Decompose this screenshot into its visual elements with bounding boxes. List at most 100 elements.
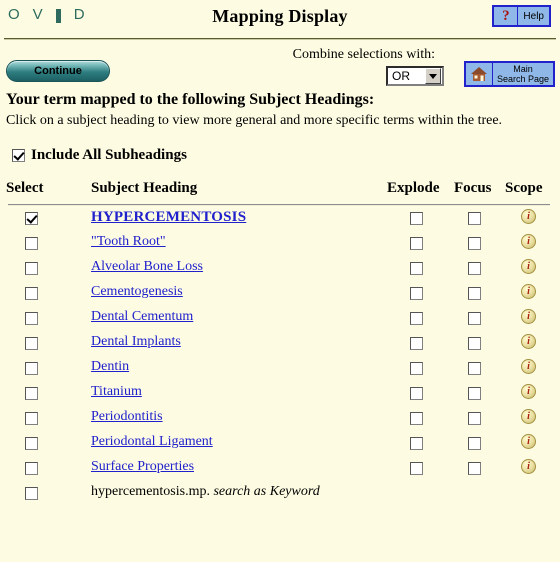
- table-row: Dental Implants i: [6, 331, 554, 356]
- row-select-checkbox[interactable]: [25, 312, 38, 325]
- row-focus-checkbox[interactable]: [468, 212, 481, 225]
- row-focus-checkbox[interactable]: [468, 462, 481, 475]
- row-explode-checkbox[interactable]: [410, 237, 423, 250]
- scope-info-icon[interactable]: i: [521, 409, 536, 424]
- column-header-focus: Focus: [454, 180, 492, 196]
- row-explode-checkbox[interactable]: [410, 212, 423, 225]
- row-focus-checkbox[interactable]: [468, 312, 481, 325]
- row-select-checkbox[interactable]: [25, 412, 38, 425]
- table-header-row: Select Subject Heading Explode Focus Sco…: [6, 180, 554, 202]
- row-select-checkbox[interactable]: [25, 212, 38, 225]
- row-explode-checkbox[interactable]: [410, 412, 423, 425]
- subject-heading-link[interactable]: Dentin: [91, 359, 129, 374]
- row-explode-checkbox[interactable]: [410, 262, 423, 275]
- scope-info-icon[interactable]: i: [521, 309, 536, 324]
- subject-heading-link[interactable]: Surface Properties: [91, 459, 194, 474]
- subject-heading-cell: Dental Cementum: [91, 309, 193, 325]
- column-header-explode: Explode: [387, 180, 440, 196]
- column-header-scope: Scope: [505, 180, 543, 196]
- subject-heading-link[interactable]: HYPERCEMENTOSIS: [91, 209, 246, 225]
- scope-info-icon[interactable]: i: [521, 284, 536, 299]
- include-all-subheadings-label: Include All Subheadings: [31, 147, 187, 163]
- row-select-checkbox[interactable]: [25, 337, 38, 350]
- main-search-line1: Main: [513, 64, 533, 74]
- row-explode-checkbox[interactable]: [410, 337, 423, 350]
- scope-info-icon[interactable]: i: [521, 234, 536, 249]
- row-explode-checkbox[interactable]: [410, 437, 423, 450]
- table-row: "Tooth Root" i: [6, 231, 554, 256]
- row-focus-checkbox[interactable]: [468, 437, 481, 450]
- page-title: Mapping Display: [212, 6, 348, 26]
- row-select-checkbox[interactable]: [25, 462, 38, 475]
- table-row: Titanium i: [6, 381, 554, 406]
- subject-heading-link[interactable]: Dental Cementum: [91, 309, 193, 324]
- main-search-page-button[interactable]: Main Search Page: [463, 61, 555, 87]
- toolbar: Continue Combine selections with: OR Mai…: [0, 37, 560, 90]
- include-all-subheadings-checkbox[interactable]: [12, 149, 25, 162]
- row-focus-checkbox[interactable]: [468, 287, 481, 300]
- mapping-heading: Your term mapped to the following Subjec…: [6, 91, 375, 108]
- row-select-checkbox[interactable]: [25, 362, 38, 375]
- row-explode-checkbox[interactable]: [410, 462, 423, 475]
- subject-heading-link[interactable]: Alveolar Bone Loss: [91, 259, 203, 274]
- keyword-term: hypercementosis.mp.: [91, 484, 210, 499]
- scope-info-icon[interactable]: i: [521, 334, 536, 349]
- subject-heading-cell: Surface Properties: [91, 459, 194, 475]
- table-row: hypercementosis.mp. search as Keyword: [6, 481, 554, 506]
- subject-headings-table: Select Subject Heading Explode Focus Sco…: [0, 180, 560, 506]
- table-row: Dental Cementum i: [6, 306, 554, 331]
- subject-heading-link[interactable]: Cementogenesis: [91, 284, 183, 299]
- row-select-checkbox[interactable]: [25, 287, 38, 300]
- subject-heading-link[interactable]: Periodontitis: [91, 409, 163, 424]
- help-button[interactable]: ? Help: [492, 5, 551, 27]
- intro-section: Your term mapped to the following Subjec…: [0, 90, 560, 164]
- row-explode-checkbox[interactable]: [410, 362, 423, 375]
- table-row: Dentin i: [6, 356, 554, 381]
- row-explode-checkbox[interactable]: [410, 387, 423, 400]
- table-row: Periodontal Ligament i: [6, 431, 554, 456]
- row-select-checkbox[interactable]: [25, 387, 38, 400]
- row-focus-checkbox[interactable]: [468, 262, 481, 275]
- table-row: Surface Properties i: [6, 456, 554, 481]
- subject-heading-cell: Alveolar Bone Loss: [91, 259, 203, 275]
- subject-heading-link[interactable]: Dental Implants: [91, 334, 181, 349]
- row-select-checkbox[interactable]: [25, 437, 38, 450]
- column-header-select: Select: [6, 180, 44, 196]
- row-focus-checkbox[interactable]: [468, 237, 481, 250]
- subject-heading-cell: Titanium: [91, 384, 142, 400]
- scope-info-icon[interactable]: i: [521, 209, 536, 224]
- question-mark-icon: ?: [494, 7, 519, 25]
- row-select-checkbox[interactable]: [25, 487, 38, 500]
- house-icon: [466, 63, 493, 85]
- scope-info-icon[interactable]: i: [521, 384, 536, 399]
- main-search-line2: Search Page: [496, 74, 549, 84]
- row-select-checkbox[interactable]: [25, 262, 38, 275]
- keyword-note: search as Keyword: [209, 484, 320, 499]
- subject-heading-link[interactable]: Titanium: [91, 384, 142, 399]
- row-focus-checkbox[interactable]: [468, 412, 481, 425]
- table-row: HYPERCEMENTOSIS i: [6, 206, 554, 231]
- continue-button[interactable]: Continue: [6, 60, 110, 82]
- row-focus-checkbox[interactable]: [468, 387, 481, 400]
- combine-operator-select[interactable]: OR: [386, 66, 444, 86]
- help-button-label: Help: [518, 7, 549, 25]
- subject-heading-cell: hypercementosis.mp. search as Keyword: [91, 484, 320, 500]
- scope-info-icon[interactable]: i: [521, 259, 536, 274]
- row-explode-checkbox[interactable]: [410, 287, 423, 300]
- subject-heading-link[interactable]: "Tooth Root": [91, 234, 166, 249]
- mapping-subtext: Click on a subject heading to view more …: [6, 113, 503, 128]
- subject-heading-cell: Periodontal Ligament: [91, 434, 213, 450]
- scope-info-icon[interactable]: i: [521, 359, 536, 374]
- scope-info-icon[interactable]: i: [521, 459, 536, 474]
- scope-info-icon[interactable]: i: [521, 434, 536, 449]
- row-focus-checkbox[interactable]: [468, 362, 481, 375]
- row-focus-checkbox[interactable]: [468, 337, 481, 350]
- row-select-checkbox[interactable]: [25, 237, 38, 250]
- combine-operator-value: OR: [392, 69, 410, 83]
- subject-heading-link[interactable]: Periodontal Ligament: [91, 434, 213, 449]
- column-header-subject: Subject Heading: [91, 180, 198, 196]
- include-all-subheadings-row[interactable]: Include All Subheadings: [12, 147, 554, 164]
- combine-selections-label: Combine selections with:: [292, 47, 435, 62]
- row-explode-checkbox[interactable]: [410, 312, 423, 325]
- subject-heading-cell: "Tooth Root": [91, 234, 166, 250]
